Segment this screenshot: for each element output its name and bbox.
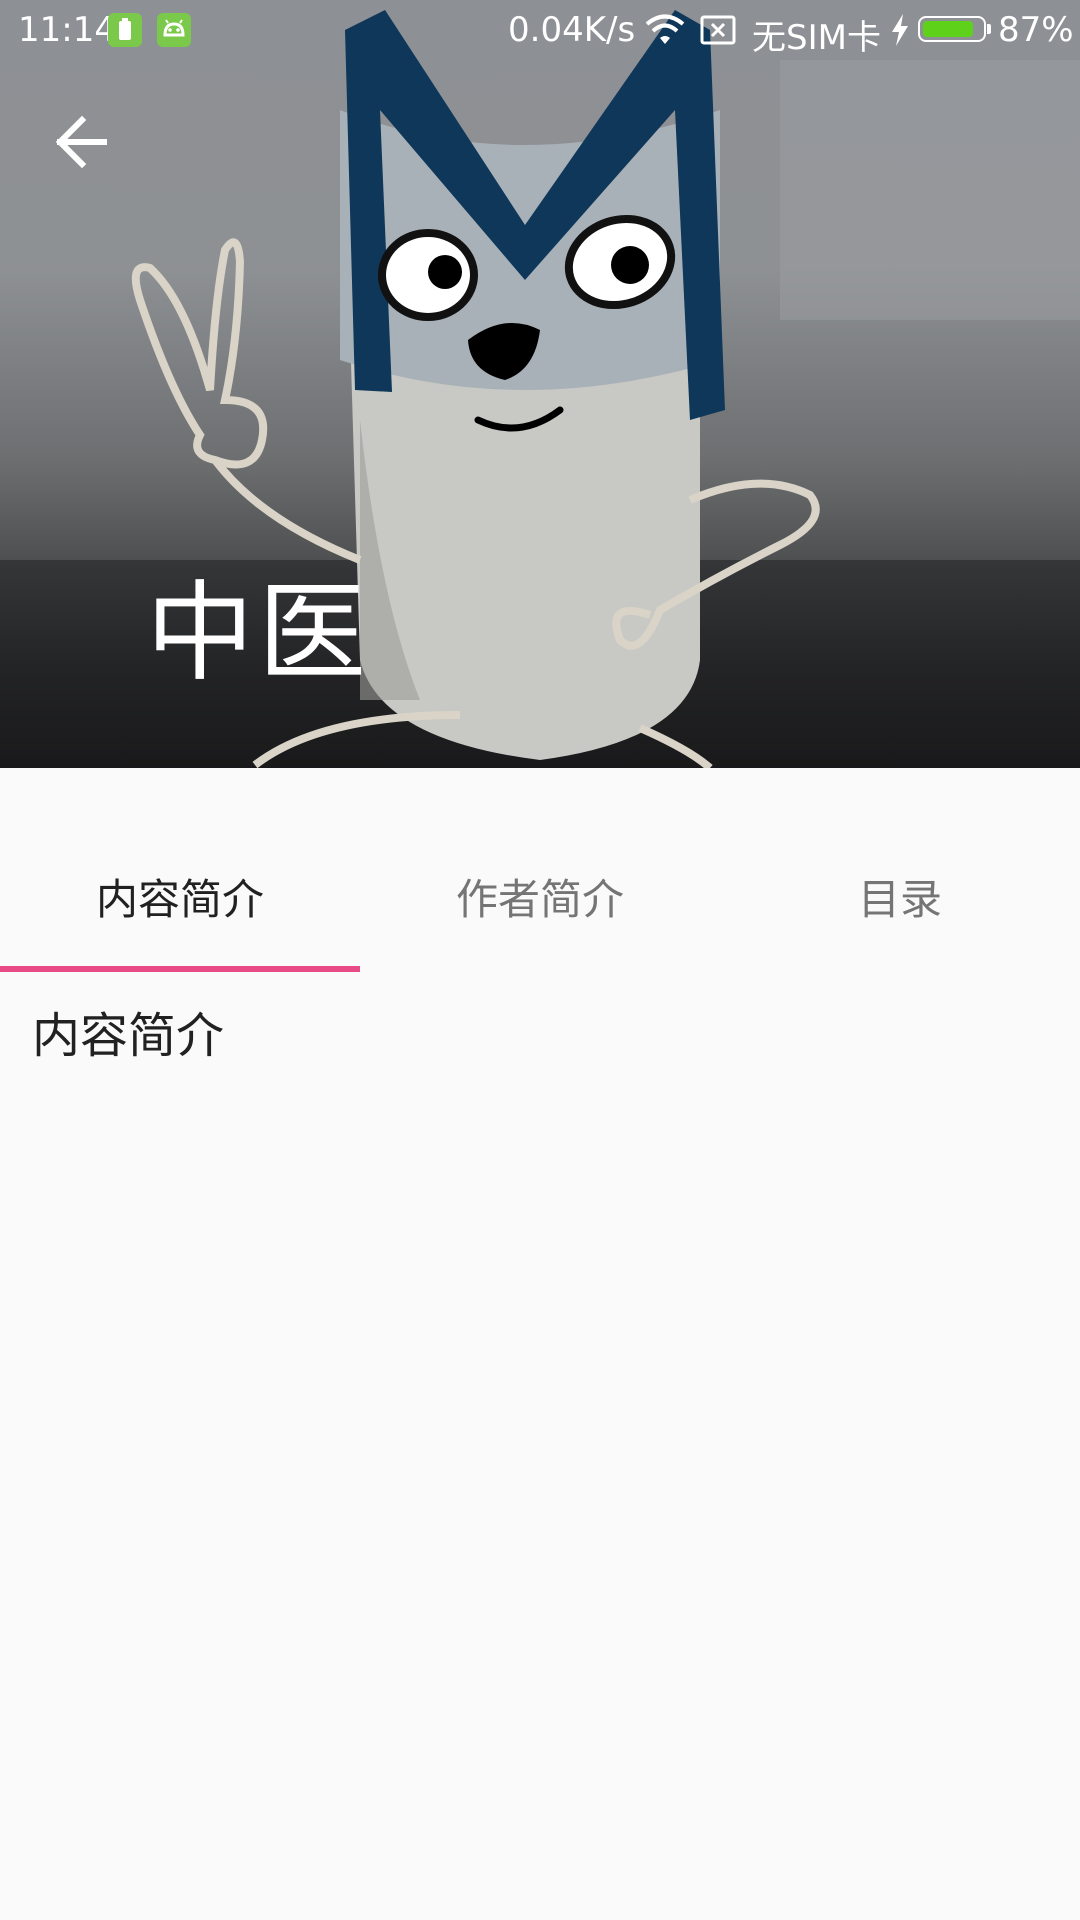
tab-bar: 内容简介 作者简介 目录 xyxy=(0,840,1080,972)
status-battery-percent: 87% xyxy=(998,10,1074,50)
status-carrier: 无SIM卡 xyxy=(752,18,881,58)
header-cover: 11:14 0.04K/s 无SIM卡 87% 中医 xyxy=(0,0,1080,768)
android-app-icon xyxy=(157,13,191,47)
battery-saver-app-icon xyxy=(108,13,142,47)
battery-level-fill xyxy=(923,21,974,37)
page-title: 中医 xyxy=(146,571,371,696)
back-button[interactable] xyxy=(42,100,128,186)
status-time: 11:14 xyxy=(18,10,116,50)
status-net-speed: 0.04K/s xyxy=(508,10,636,50)
tab-label: 内容简介 xyxy=(95,874,264,924)
tab-label: 目录 xyxy=(857,874,942,924)
tab-indicator xyxy=(0,966,360,972)
tab-label: 作者简介 xyxy=(455,874,624,924)
status-bar: 11:14 0.04K/s 无SIM卡 87% xyxy=(0,0,1080,60)
battery-cap xyxy=(987,24,991,34)
tab-author-summary[interactable]: 作者简介 xyxy=(360,840,720,972)
battery-icon xyxy=(918,16,991,42)
no-sim-icon xyxy=(700,14,736,54)
content-summary-text: 内容简介 xyxy=(32,1008,225,1064)
arrow-back-icon xyxy=(55,115,107,169)
tab-content-summary[interactable]: 内容简介 xyxy=(0,840,360,972)
wifi-icon xyxy=(644,14,686,55)
charging-icon xyxy=(890,14,910,55)
book-detail-screen: 11:14 0.04K/s 无SIM卡 87% 中医 内容简介 作者简介 目录 … xyxy=(0,0,1080,1920)
tab-catalog[interactable]: 目录 xyxy=(720,840,1080,972)
